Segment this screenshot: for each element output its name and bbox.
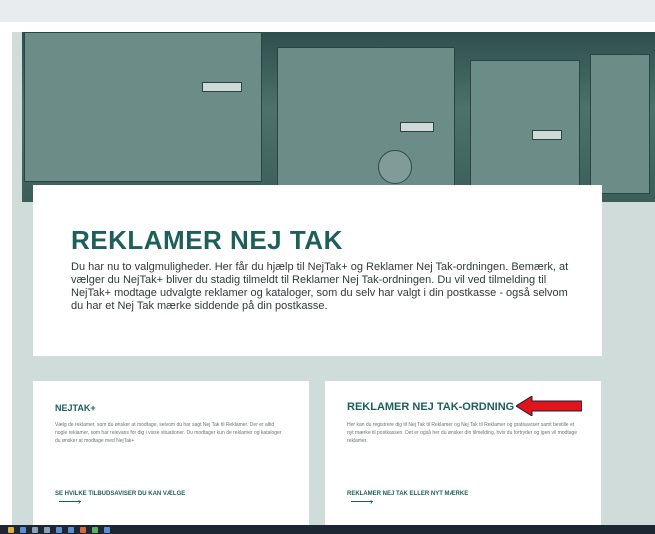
taskbar-icon[interactable] xyxy=(80,527,86,533)
arrow-head-icon: › xyxy=(370,497,373,506)
taskbar-icon[interactable] xyxy=(8,527,14,533)
page-title: REKLAMER NEJ TAK xyxy=(71,225,343,255)
taskbar-icon[interactable] xyxy=(44,527,50,533)
taskbar-icon[interactable] xyxy=(104,527,110,533)
annotation-arrow-icon xyxy=(516,396,582,416)
taskbar-icon[interactable] xyxy=(20,527,26,533)
browser-top-bar xyxy=(0,0,655,22)
lock-plate xyxy=(378,150,412,184)
taskbar-icon[interactable] xyxy=(32,527,38,533)
top-spacer xyxy=(0,22,655,32)
hero-image-mailboxes xyxy=(22,32,655,202)
hero-card: REKLAMER NEJ TAK Du har nu to valgmuligh… xyxy=(33,185,602,356)
page-content: REKLAMER NEJ TAK Du har nu to valgmuligh… xyxy=(12,32,655,525)
arrow-head-icon: › xyxy=(78,497,81,506)
hero-description: Du har nu to valgmuligheder. Her får du … xyxy=(71,261,569,312)
mailbox-panel xyxy=(470,60,580,190)
card-link[interactable]: SE HVILKE TILBUDSAVISER DU KAN VÆLGE› xyxy=(55,491,211,506)
card-text: Vælg de reklamer, som du ønsker at modta… xyxy=(55,422,282,444)
mailbox-panel xyxy=(277,47,455,187)
card-text: Her kan du registrere dig til Nej Tak ti… xyxy=(347,422,578,444)
taskbar-icon[interactable] xyxy=(92,527,98,533)
taskbar-icon[interactable] xyxy=(56,527,62,533)
card-title: REKLAMER NEJ TAK-ORDNING xyxy=(347,401,515,413)
mailbox-slot xyxy=(400,122,434,132)
card-nejtak-plus[interactable]: NEJTAK+ Vælg de reklamer, som du ønsker … xyxy=(33,381,309,525)
mailbox-slot xyxy=(202,82,242,92)
card-link[interactable]: REKLAMER NEJ TAK ELLER NYT MÆRKE› xyxy=(347,491,494,506)
mailbox-slot xyxy=(532,130,562,140)
card-title: NEJTAK+ xyxy=(55,403,96,413)
mailbox-panel xyxy=(24,32,262,182)
card-link-label[interactable]: SE HVILKE TILBUDSAVISER DU KAN VÆLGE xyxy=(55,491,185,497)
mailbox-panel xyxy=(590,54,650,194)
card-link-label[interactable]: REKLAMER NEJ TAK ELLER NYT MÆRKE xyxy=(347,491,468,497)
taskbar-icon[interactable] xyxy=(68,527,74,533)
taskbar xyxy=(0,525,655,534)
